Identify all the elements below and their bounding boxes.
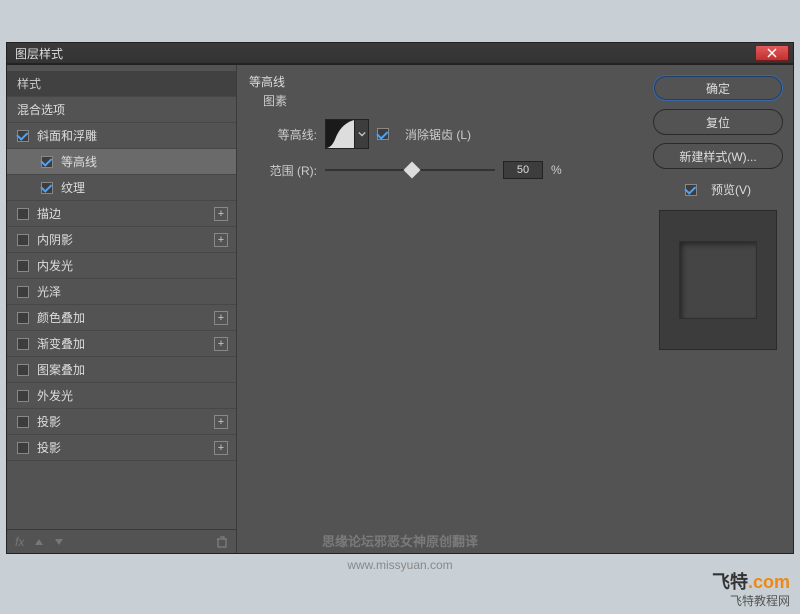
preview-area bbox=[659, 210, 777, 350]
checkbox-icon[interactable] bbox=[17, 130, 29, 142]
preview-toggle-row: 预览(V) bbox=[685, 181, 751, 198]
style-stroke[interactable]: 描边 + bbox=[7, 201, 236, 227]
add-effect-icon[interactable]: + bbox=[214, 233, 228, 247]
checkbox-icon[interactable] bbox=[17, 442, 29, 454]
style-drop-shadow-2[interactable]: 投影 + bbox=[7, 435, 236, 461]
brand-logo: 飞特.com 飞特教程网 bbox=[712, 572, 790, 608]
ok-button[interactable]: 确定 bbox=[653, 75, 783, 101]
style-satin[interactable]: 光泽 bbox=[7, 279, 236, 305]
contour-label: 等高线: bbox=[255, 126, 317, 143]
style-drop-shadow[interactable]: 投影 + bbox=[7, 409, 236, 435]
style-label: 投影 bbox=[37, 439, 61, 456]
checkbox-icon[interactable] bbox=[17, 390, 29, 402]
dialog-body: 样式 混合选项 斜面和浮雕 等高线 纹理 描边 + 内阴影 bbox=[6, 64, 794, 554]
range-slider[interactable] bbox=[325, 163, 495, 177]
contour-preview-icon bbox=[325, 119, 355, 149]
new-style-button[interactable]: 新建样式(W)... bbox=[653, 143, 783, 169]
style-inner-glow[interactable]: 内发光 bbox=[7, 253, 236, 279]
range-label: 范围 (R): bbox=[255, 162, 317, 179]
range-row: 范围 (R): 50 % bbox=[255, 161, 631, 179]
style-label: 颜色叠加 bbox=[37, 309, 85, 326]
dropdown-button[interactable] bbox=[355, 119, 369, 149]
blend-options-row[interactable]: 混合选项 bbox=[7, 97, 236, 123]
style-color-overlay[interactable]: 颜色叠加 + bbox=[7, 305, 236, 331]
styles-list: 样式 混合选项 斜面和浮雕 等高线 纹理 描边 + 内阴影 bbox=[7, 65, 236, 529]
close-icon bbox=[767, 48, 777, 58]
reset-button[interactable]: 复位 bbox=[653, 109, 783, 135]
add-effect-icon[interactable]: + bbox=[214, 207, 228, 221]
checkbox-icon[interactable] bbox=[17, 312, 29, 324]
style-label: 图案叠加 bbox=[37, 361, 85, 378]
style-label: 斜面和浮雕 bbox=[37, 127, 97, 144]
range-input[interactable]: 50 bbox=[503, 161, 543, 179]
watermark-text: 思缘论坛邪恶女神原创翻译 bbox=[0, 531, 800, 550]
slider-thumb[interactable] bbox=[404, 162, 421, 179]
style-label: 渐变叠加 bbox=[37, 335, 85, 352]
titlebar: 图层样式 bbox=[6, 42, 794, 64]
style-label: 描边 bbox=[37, 205, 61, 222]
style-label: 等高线 bbox=[61, 153, 97, 170]
style-gradient-overlay[interactable]: 渐变叠加 + bbox=[7, 331, 236, 357]
watermark-url: www.missyuan.com bbox=[0, 558, 800, 572]
checkbox-icon[interactable] bbox=[41, 182, 53, 194]
checkbox-icon[interactable] bbox=[17, 364, 29, 376]
checkbox-icon[interactable] bbox=[41, 156, 53, 168]
group-title: 等高线 bbox=[249, 73, 631, 90]
style-label: 纹理 bbox=[61, 179, 85, 196]
range-unit: % bbox=[551, 163, 562, 177]
add-effect-icon[interactable]: + bbox=[214, 311, 228, 325]
preview-checkbox[interactable] bbox=[685, 184, 697, 196]
preview-swatch bbox=[679, 241, 757, 319]
checkbox-icon[interactable] bbox=[17, 208, 29, 220]
style-label: 投影 bbox=[37, 413, 61, 430]
style-label: 内发光 bbox=[37, 257, 73, 274]
add-effect-icon[interactable]: + bbox=[214, 441, 228, 455]
add-effect-icon[interactable]: + bbox=[214, 415, 228, 429]
style-contour[interactable]: 等高线 bbox=[7, 149, 236, 175]
preview-label: 预览(V) bbox=[711, 181, 751, 198]
antialias-label: 消除锯齿 (L) bbox=[405, 126, 471, 143]
style-outer-glow[interactable]: 外发光 bbox=[7, 383, 236, 409]
chevron-down-icon bbox=[358, 130, 366, 138]
style-label: 内阴影 bbox=[37, 231, 73, 248]
style-texture[interactable]: 纹理 bbox=[7, 175, 236, 201]
style-label: 外发光 bbox=[37, 387, 73, 404]
window-title: 图层样式 bbox=[15, 45, 63, 62]
settings-panel: 等高线 图素 等高线: 消除锯齿 (L) 范围 (R): 50 % bbox=[237, 65, 643, 553]
close-button[interactable] bbox=[755, 45, 789, 61]
checkbox-icon[interactable] bbox=[17, 234, 29, 246]
checkbox-icon[interactable] bbox=[17, 286, 29, 298]
style-pattern-overlay[interactable]: 图案叠加 bbox=[7, 357, 236, 383]
style-inner-shadow[interactable]: 内阴影 + bbox=[7, 227, 236, 253]
action-panel: 确定 复位 新建样式(W)... 预览(V) bbox=[643, 65, 793, 553]
checkbox-icon[interactable] bbox=[17, 260, 29, 272]
add-effect-icon[interactable]: + bbox=[214, 337, 228, 351]
style-bevel-emboss[interactable]: 斜面和浮雕 bbox=[7, 123, 236, 149]
style-label: 光泽 bbox=[37, 283, 61, 300]
contour-picker[interactable] bbox=[325, 119, 369, 149]
styles-header[interactable]: 样式 bbox=[7, 71, 236, 97]
checkbox-icon[interactable] bbox=[17, 338, 29, 350]
group-subtitle: 图素 bbox=[263, 92, 631, 109]
checkbox-icon[interactable] bbox=[17, 416, 29, 428]
styles-panel: 样式 混合选项 斜面和浮雕 等高线 纹理 描边 + 内阴影 bbox=[7, 65, 237, 553]
contour-row: 等高线: 消除锯齿 (L) bbox=[255, 119, 631, 149]
antialias-checkbox[interactable] bbox=[377, 128, 389, 140]
